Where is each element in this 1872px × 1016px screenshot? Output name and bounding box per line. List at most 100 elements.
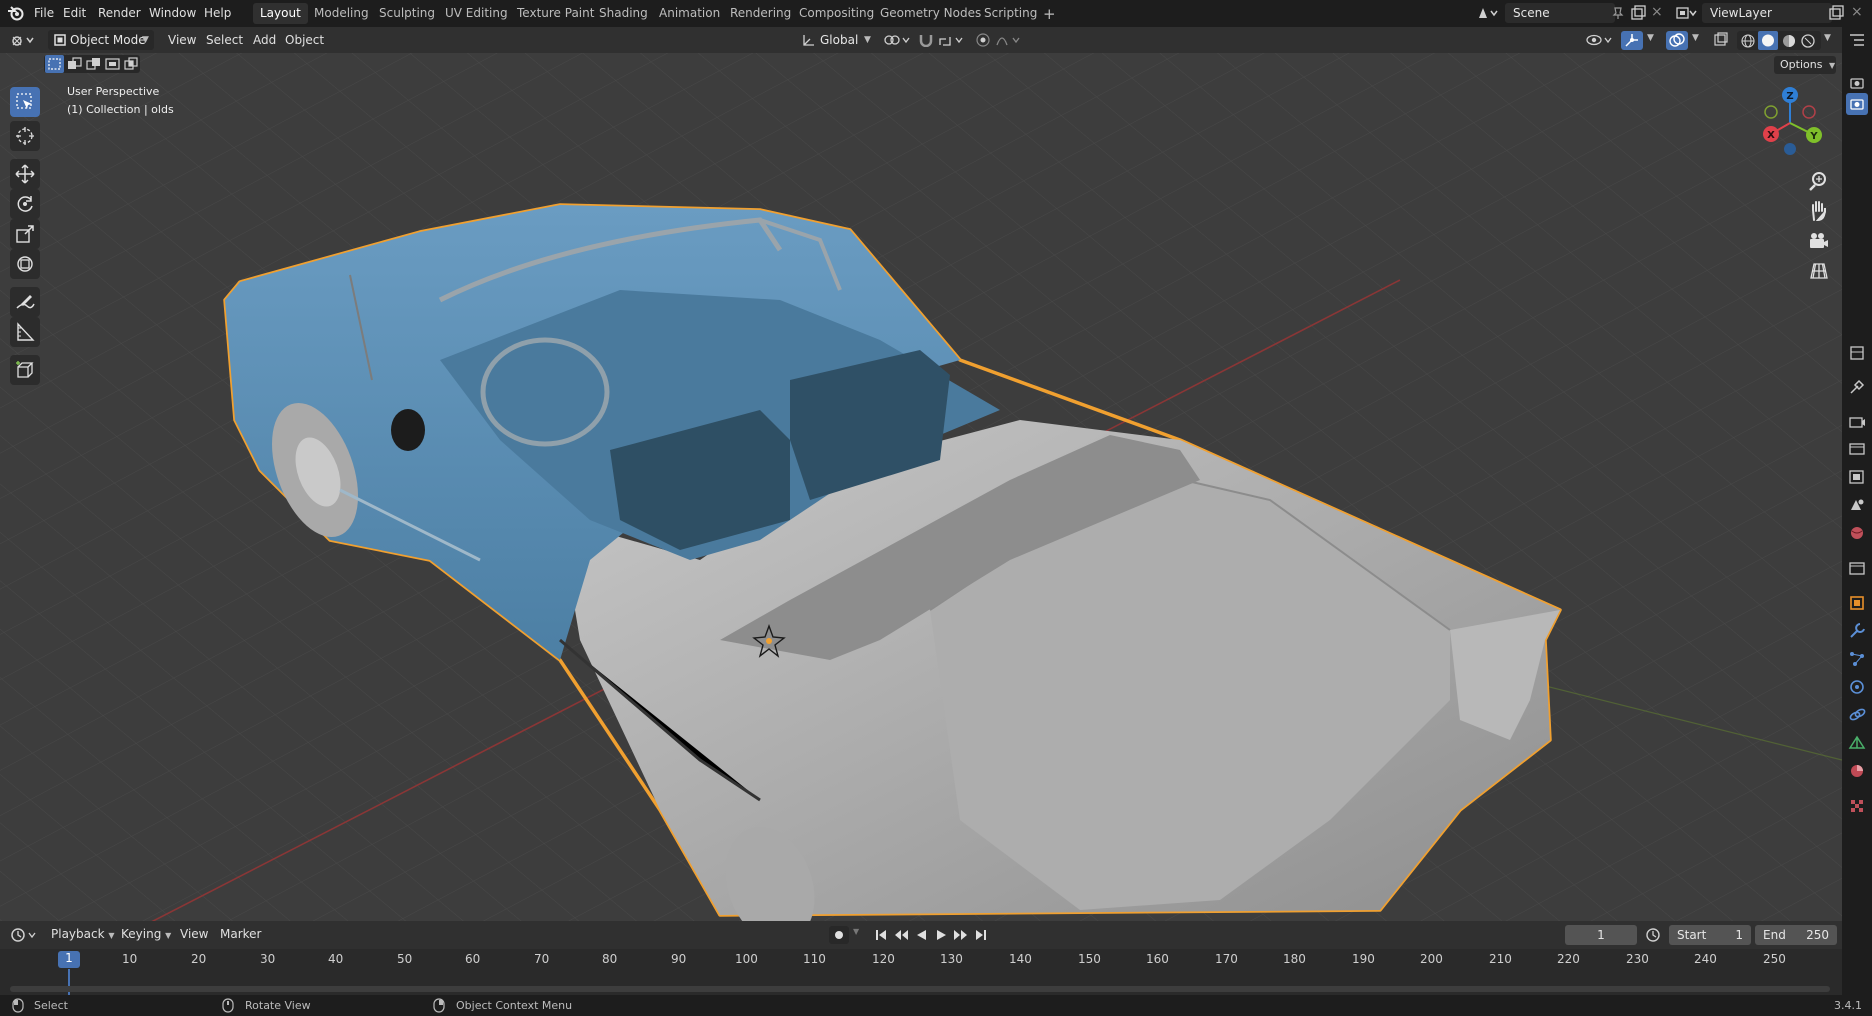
workspace-tab-animation[interactable]: Animation [652,3,727,24]
workspace-tab-geometry-nodes[interactable]: Geometry Nodes [873,3,988,24]
outliner-toggle-icon[interactable] [1846,30,1868,52]
view-layer-browse-icon[interactable] [1675,5,1697,24]
properties-toggle-icon[interactable] [1846,342,1868,364]
menu-help[interactable]: Help [198,4,237,23]
workspace-tab-texture-paint[interactable]: Texture Paint [510,3,601,24]
navigation-gizmo[interactable]: Z X Y [1745,78,1835,168]
camera-view-icon[interactable] [1806,228,1832,254]
workspace-tab-shading[interactable]: Shading [592,3,655,24]
blender-logo-icon[interactable] [7,5,25,24]
playhead-frame-1[interactable]: 1 [58,951,80,968]
header-menu-select[interactable]: Select [201,30,248,50]
physics-icon[interactable] [1846,676,1868,698]
select-new-icon[interactable] [45,55,64,73]
workspace-tab-sculpting[interactable]: Sculpting [372,3,442,24]
workspace-tab-scripting[interactable]: Scripting [977,3,1044,24]
menu-file[interactable]: File [28,4,60,23]
transform-orientation-dropdown[interactable]: Global ▼ [798,30,876,50]
tool-settings-icon[interactable] [1846,376,1868,398]
view-layer-name-field[interactable]: ViewLayer [1702,3,1832,23]
3d-viewport[interactable]: User Perspective (1) Collection | olds O… [0,53,1842,921]
new-scene-icon[interactable] [1630,5,1646,24]
rotate-tool[interactable] [10,189,40,219]
snap-magnet-icon[interactable] [918,33,936,50]
header-menu-object[interactable]: Object [280,30,329,50]
material-shading-icon[interactable] [1781,33,1797,52]
workspace-tab-rendering[interactable]: Rendering [723,3,798,24]
auto-keying-record-icon[interactable] [829,926,849,944]
ortho-grid-icon[interactable] [1806,258,1832,284]
delete-view-layer-icon[interactable]: × [1851,4,1863,20]
transform-tool[interactable] [10,249,40,279]
xray-toggle-icon[interactable] [1713,32,1729,51]
keying-dropdown-chevron-icon[interactable]: ▼ [853,927,859,936]
pivot-point-icon[interactable] [883,33,913,50]
menu-window[interactable]: Window [143,4,202,23]
jump-to-end-icon[interactable] [974,928,988,945]
rendered-shading-icon[interactable] [1800,33,1816,52]
workspace-tab-uv-editing[interactable]: UV Editing [438,3,515,24]
wireframe-shading-icon[interactable] [1740,33,1756,52]
select-intersect-icon[interactable] [122,55,140,73]
overlay-toggle-icon[interactable] [1666,31,1688,50]
jump-to-start-icon[interactable] [874,928,888,945]
zoom-magnifier-icon[interactable] [1806,168,1832,194]
delete-scene-icon[interactable]: × [1651,4,1663,20]
workspace-tab-layout[interactable]: Layout [253,3,308,24]
view-layer-properties-icon[interactable] [1846,466,1868,488]
modifier-wrench-icon[interactable] [1846,620,1868,642]
collection-properties-icon[interactable] [1846,557,1868,579]
menu-edit[interactable]: Edit [57,4,92,23]
menu-render[interactable]: Render [92,4,147,23]
scene-browse-icon[interactable] [1477,6,1499,23]
world-properties-icon[interactable] [1846,522,1868,544]
texture-properties-icon[interactable] [1846,795,1868,817]
timeline-marker-menu[interactable]: Marker [215,924,266,944]
snap-target-icon[interactable] [938,33,968,50]
timeline-view-menu[interactable]: View [175,924,213,944]
constraints-icon[interactable] [1846,704,1868,726]
add-cube-tool[interactable] [10,355,40,385]
scene-name-field[interactable]: Scene [1505,3,1615,23]
render-camera-icon[interactable] [1846,72,1868,94]
preview-range-clock-icon[interactable] [1645,927,1661,946]
options-dropdown[interactable]: Options ▼ [1774,56,1836,74]
gizmo-toggle-icon[interactable] [1621,31,1643,50]
header-menu-view[interactable]: View [163,30,201,50]
measure-tool[interactable] [10,317,40,347]
material-properties-icon[interactable] [1846,760,1868,782]
annotate-tool[interactable] [10,287,40,317]
gizmo-dropdown-chevron-icon[interactable]: ▼ [1647,33,1654,43]
select-invert-icon[interactable] [103,55,122,73]
shading-dropdown-chevron-icon[interactable]: ▼ [1824,33,1831,43]
scale-tool[interactable] [10,219,40,249]
new-view-layer-icon[interactable] [1828,5,1844,24]
mode-selector[interactable]: Object Mode ▼ [48,30,154,50]
end-frame-field[interactable]: End 250 [1755,925,1837,945]
timeline-scrollbar[interactable] [10,986,1830,992]
proportional-editing-icon[interactable] [975,32,991,51]
timeline-editor-type-icon[interactable] [10,927,40,946]
play-icon[interactable] [934,928,948,945]
timeline-frame-area[interactable]: 1 10 20 30 40 50 60 70 80 90 100 110 120… [0,949,1842,995]
select-subtract-icon[interactable] [84,55,103,73]
add-workspace-icon[interactable]: + [1043,5,1056,23]
view-camera-icon[interactable] [1846,93,1868,115]
pin-scene-icon[interactable] [1612,6,1624,23]
output-properties-icon[interactable] [1846,438,1868,460]
select-extend-icon[interactable] [65,55,84,73]
current-frame-field[interactable]: 1 [1565,925,1637,945]
play-reverse-icon[interactable] [914,928,928,945]
editor-type-icon[interactable] [10,32,36,51]
scene-properties-icon[interactable] [1846,494,1868,516]
visibility-eye-icon[interactable] [1586,32,1616,51]
particles-icon[interactable] [1846,648,1868,670]
timeline-keying-menu[interactable]: Keying ▼ [116,924,176,944]
object-properties-icon[interactable] [1846,592,1868,614]
workspace-tab-compositing[interactable]: Compositing [792,3,881,24]
move-tool[interactable] [10,159,40,189]
start-frame-field[interactable]: Start 1 [1669,925,1751,945]
solid-shading-icon[interactable] [1758,31,1778,50]
timeline-playback-menu[interactable]: Playback ▼ [46,924,120,944]
overlay-dropdown-chevron-icon[interactable]: ▼ [1692,33,1699,43]
